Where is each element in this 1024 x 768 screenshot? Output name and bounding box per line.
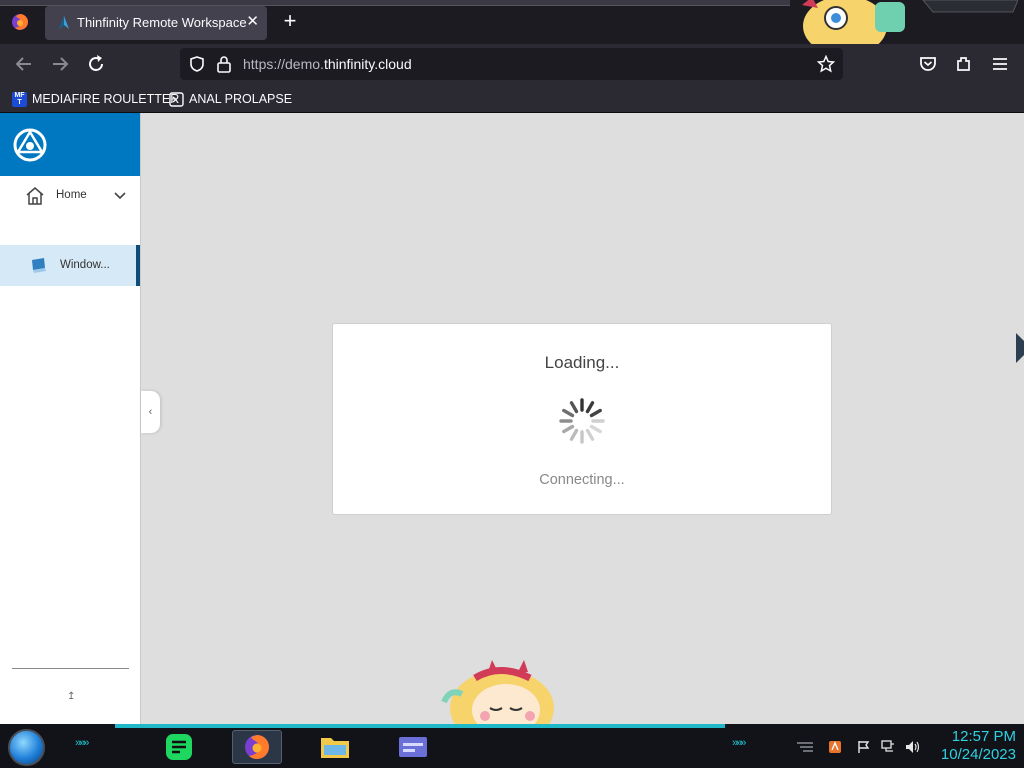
firefox-icon xyxy=(245,735,270,760)
extensions-icon[interactable] xyxy=(953,53,975,75)
bookmark-label: MEDIAFIRE ROULETTER xyxy=(32,92,180,106)
firefox-icon[interactable] xyxy=(11,13,29,31)
pin-icon[interactable]: ↥ xyxy=(67,691,75,702)
clock-time: 12:57 PM xyxy=(951,728,1016,745)
tab-title: Thinfinity Remote Workspace xyxy=(77,15,247,30)
taskbar-decoration-left: »»» xyxy=(75,737,89,749)
forward-arrow-icon[interactable] xyxy=(49,53,71,75)
loading-spinner-icon xyxy=(559,398,605,444)
browser-nav-bar: https://demo.thinfinity.cloud xyxy=(0,44,1024,84)
taskbar-app-window[interactable] xyxy=(388,730,438,764)
url-bar[interactable]: https://demo.thinfinity.cloud xyxy=(180,48,843,80)
mediafire-icon: MF T xyxy=(12,91,27,107)
loading-title: Loading... xyxy=(544,353,620,372)
url-domain: thinfinity.cloud xyxy=(323,56,412,72)
back-arrow-icon[interactable] xyxy=(13,53,35,75)
sidebar-collapse-button[interactable]: ‹ xyxy=(141,391,160,433)
url-prefix: https://demo. xyxy=(243,56,324,72)
new-tab-button[interactable]: + xyxy=(279,10,301,32)
sidebar: Home Window... ↥ xyxy=(0,113,141,724)
bookmark-label: ANAL PROLAPSE xyxy=(189,92,293,106)
taskbar-accent-line xyxy=(115,724,725,728)
app-window-icon xyxy=(399,737,427,757)
reload-icon[interactable] xyxy=(85,53,107,75)
pocket-icon[interactable] xyxy=(917,53,939,75)
volume-icon[interactable] xyxy=(905,740,921,754)
clock-date: 10/24/2023 xyxy=(940,746,1016,763)
taskbar-app-explorer[interactable] xyxy=(310,730,360,764)
bookmark-mediafire[interactable]: MF T MEDIAFIRE ROULETTER xyxy=(12,90,179,108)
thinfinity-favicon-icon xyxy=(59,16,69,29)
show-desktop-icon[interactable] xyxy=(795,740,815,754)
tracking-shield-icon[interactable] xyxy=(188,55,206,73)
character-sticker-bottom xyxy=(441,660,554,724)
taskbar-app-firefox[interactable] xyxy=(232,730,282,764)
bookmarks-toolbar: MF T MEDIAFIRE ROULETTER ANAL PROLAPSE xyxy=(0,84,1024,113)
thinfinity-logo-icon xyxy=(13,128,47,162)
action-center-flag-icon[interactable] xyxy=(857,740,871,754)
sidebar-item-label: Window... xyxy=(60,259,110,271)
window-frame-decoration xyxy=(922,0,1018,13)
web-page-content: Home Window... ↥ ‹ Loading... Connecting… xyxy=(0,113,1024,724)
bookmark-second[interactable]: ANAL PROLAPSE xyxy=(169,90,292,108)
thinfinity-logo-header[interactable] xyxy=(0,113,140,176)
home-label: Home xyxy=(56,189,87,201)
home-icon xyxy=(26,187,44,205)
taskbar-app-notes[interactable] xyxy=(155,730,205,764)
tab-close-icon[interactable]: ✕ xyxy=(246,12,259,32)
url-text[interactable]: https://demo.thinfinity.cloud xyxy=(243,56,412,72)
windows-desktop-icon xyxy=(32,258,46,273)
lock-icon[interactable] xyxy=(216,55,232,73)
system-clock[interactable]: 12:57 PM 10/24/2023 xyxy=(930,728,1016,764)
tab-thinfinity[interactable]: Thinfinity Remote Workspace ✕ xyxy=(45,6,267,40)
tray-app-icon[interactable] xyxy=(828,740,842,754)
folder-icon xyxy=(321,738,349,758)
sidebar-item-home[interactable]: Home xyxy=(0,183,140,209)
notes-app-icon xyxy=(166,734,192,760)
taskbar-decoration-right: »»» xyxy=(732,737,746,749)
edge-handle-icon[interactable] xyxy=(1014,331,1024,365)
menu-hamburger-icon[interactable] xyxy=(989,53,1011,75)
bookmark-star-icon[interactable] xyxy=(817,55,835,73)
browser-tab-strip: Thinfinity Remote Workspace ✕ + xyxy=(0,0,1024,56)
sidebar-divider xyxy=(12,668,129,669)
sidebar-item-windows[interactable]: Window... xyxy=(0,245,140,286)
network-icon[interactable] xyxy=(881,740,895,754)
os-taskbar: »»» »»» 12:57 PM 10/24/2023 xyxy=(0,724,1024,768)
chevron-down-icon[interactable] xyxy=(114,191,126,201)
bookmark-page-icon xyxy=(169,91,184,107)
start-button[interactable] xyxy=(8,729,45,766)
connecting-status: Connecting... xyxy=(539,472,625,488)
loading-dialog: Loading... Connecting... xyxy=(332,323,832,515)
